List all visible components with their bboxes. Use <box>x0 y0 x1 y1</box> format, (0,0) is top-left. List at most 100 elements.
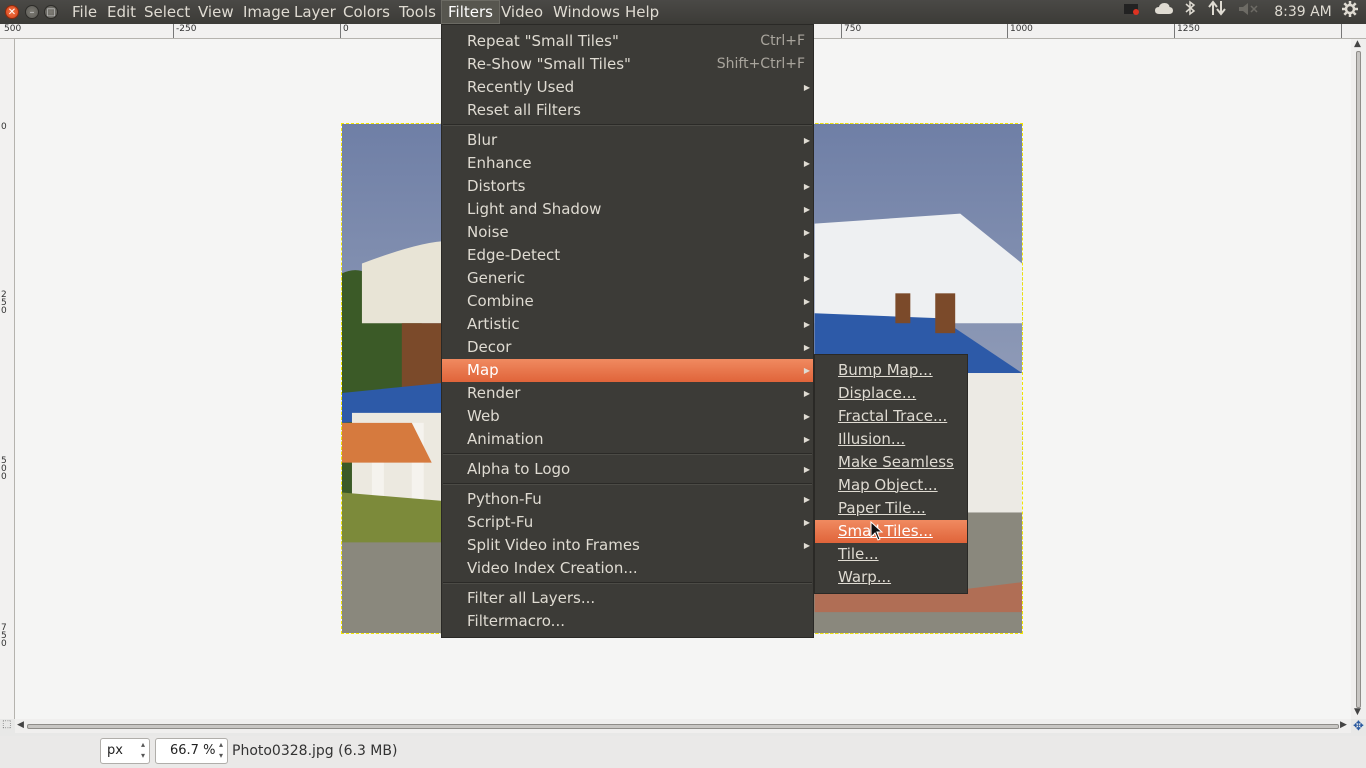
map-menu-item-paper-tile[interactable]: Paper Tile... <box>815 497 967 520</box>
filters-menu: Repeat "Small Tiles" Ctrl+F Re-Show "Small… <box>441 24 814 638</box>
menu-item-label: Fractal Trace... <box>838 407 948 425</box>
submenu-arrow-icon: ▶ <box>803 159 810 168</box>
volume-muted-icon[interactable] <box>1237 0 1259 24</box>
menu-view[interactable]: View <box>192 0 240 24</box>
recorder-icon[interactable] <box>1122 0 1142 24</box>
menu-file[interactable]: File <box>66 0 103 24</box>
map-menu-item-displace[interactable]: Displace... <box>815 382 967 405</box>
menu-item-label: Tile... <box>838 545 879 563</box>
filters-menu-item-python-fu[interactable]: Python-Fu ▶ <box>442 488 813 511</box>
top-panel: ✕ – □ File Edit Select View Image Layer … <box>0 0 1366 24</box>
filters-menu-item-edge-detect[interactable]: Edge-Detect ▶ <box>442 244 813 267</box>
menu-item-label: Filter all Layers... <box>467 589 596 607</box>
zoom-spin-arrows-icon[interactable]: ▴ ▾ <box>219 739 223 761</box>
vertical-scrollbar[interactable]: ▲ ▼ <box>1351 39 1366 719</box>
filters-menu-item-light-and-shadow[interactable]: Light and Shadow ▶ <box>442 198 813 221</box>
navigate-icon[interactable]: ✥ <box>1351 719 1366 734</box>
map-menu-item-warp[interactable]: Warp... <box>815 566 967 589</box>
menu-video[interactable]: Video <box>495 0 549 24</box>
settings-gear-icon[interactable] <box>1339 0 1361 24</box>
scroll-right-arrow-icon[interactable]: ▶ <box>1340 720 1347 730</box>
filters-menu-item-script-fu[interactable]: Script-Fu ▶ <box>442 511 813 534</box>
close-window-button[interactable]: ✕ <box>5 5 19 19</box>
menu-select[interactable]: Select <box>138 0 196 24</box>
filters-menu-item-artistic[interactable]: Artistic ▶ <box>442 313 813 336</box>
ruler-label: 1250 <box>1177 24 1200 34</box>
menu-filters[interactable]: Filters <box>441 0 500 24</box>
quick-mask-icon[interactable]: ⬚ <box>2 719 14 733</box>
filters-menu-item-render[interactable]: Render ▶ <box>442 382 813 405</box>
menu-edit[interactable]: Edit <box>101 0 142 24</box>
map-menu-item-bump-map[interactable]: Bump Map... <box>815 359 967 382</box>
filters-menu-item-distorts[interactable]: Distorts ▶ <box>442 175 813 198</box>
ruler-label: 250 <box>1 290 7 316</box>
filters-menu-item-filter-all-layers[interactable]: Filter all Layers... <box>442 587 813 610</box>
filters-menu-item-blur[interactable]: Blur ▶ <box>442 129 813 152</box>
submenu-arrow-icon: ▶ <box>803 435 810 444</box>
filters-menu-item-combine[interactable]: Combine ▶ <box>442 290 813 313</box>
submenu-arrow-icon: ▶ <box>803 274 810 283</box>
menu-colors[interactable]: Colors <box>337 0 396 24</box>
zoom-selector[interactable]: 66.7 % ▴ ▾ <box>155 738 228 764</box>
unit-spin-arrows-icon[interactable]: ▴ ▾ <box>141 739 145 761</box>
menu-separator <box>443 483 812 485</box>
menu-item-label: Repeat "Small Tiles" <box>467 32 619 50</box>
menu-item-label: Generic <box>467 269 526 287</box>
filters-menu-item-noise[interactable]: Noise ▶ <box>442 221 813 244</box>
map-menu-item-map-object[interactable]: Map Object... <box>815 474 967 497</box>
scroll-up-arrow-icon[interactable]: ▲ <box>1354 39 1361 49</box>
horizontal-scrollbar[interactable]: ◀ ▶ <box>15 719 1351 733</box>
filters-menu-item-decor[interactable]: Decor ▶ <box>442 336 813 359</box>
menu-item-shortcut: Shift+Ctrl+F <box>716 56 805 72</box>
maximize-window-button[interactable]: □ <box>44 5 58 19</box>
status-bar: px ▴ ▾ 66.7 % ▴ ▾ Photo0328.jpg (6.3 MB) <box>0 736 1366 768</box>
map-submenu: Bump Map... Displace... Fractal Trace... Il… <box>814 354 968 594</box>
filters-menu-item-web[interactable]: Web ▶ <box>442 405 813 428</box>
zoom-value: 66.7 % <box>170 743 216 758</box>
menu-item-label: Paper Tile... <box>838 499 926 517</box>
clock[interactable]: 8:39 AM <box>1272 0 1334 24</box>
submenu-arrow-icon: ▶ <box>803 412 810 421</box>
filters-menu-item-reset-all-filters[interactable]: Reset all Filters <box>442 99 813 122</box>
bluetooth-icon[interactable] <box>1182 0 1198 24</box>
map-menu-item-small-tiles[interactable]: Small Tiles... <box>815 520 967 543</box>
filters-menu-item-alpha-to-logo[interactable]: Alpha to Logo ▶ <box>442 458 813 481</box>
scroll-left-arrow-icon[interactable]: ◀ <box>17 720 24 730</box>
network-icon[interactable] <box>1206 0 1228 24</box>
menu-item-label: Distorts <box>467 177 526 195</box>
filters-menu-item-video-index-creation[interactable]: Video Index Creation... <box>442 557 813 580</box>
menu-layer[interactable]: Layer <box>288 0 342 24</box>
map-menu-item-fractal-trace[interactable]: Fractal Trace... <box>815 405 967 428</box>
filters-menu-item-generic[interactable]: Generic ▶ <box>442 267 813 290</box>
map-menu-item-illusion[interactable]: Illusion... <box>815 428 967 451</box>
horizontal-scroll-thumb[interactable] <box>27 724 1339 729</box>
map-menu-item-tile[interactable]: Tile... <box>815 543 967 566</box>
menu-item-label: Map Object... <box>838 476 938 494</box>
filters-menu-item-repeat-small-tiles[interactable]: Repeat "Small Tiles" Ctrl+F <box>442 30 813 53</box>
menu-item-label: Reset all Filters <box>467 101 581 119</box>
unit-selector[interactable]: px ▴ ▾ <box>100 738 150 764</box>
menu-tools[interactable]: Tools <box>393 0 442 24</box>
filters-menu-item-animation[interactable]: Animation ▶ <box>442 428 813 451</box>
menu-item-label: Illusion... <box>838 430 906 448</box>
cloud-icon[interactable] <box>1153 0 1175 24</box>
ruler-label: 500 <box>1 456 7 482</box>
filters-menu-item-split-video-into-frames[interactable]: Split Video into Frames ▶ <box>442 534 813 557</box>
menu-help[interactable]: Help <box>619 0 665 24</box>
menu-item-label: Displace... <box>838 384 917 402</box>
scroll-down-arrow-icon[interactable]: ▼ <box>1354 707 1361 717</box>
submenu-arrow-icon: ▶ <box>803 136 810 145</box>
filters-menu-item-re-show-small-tiles[interactable]: Re-Show "Small Tiles" Shift+Ctrl+F <box>442 53 813 76</box>
vertical-scroll-thumb[interactable] <box>1356 51 1361 708</box>
filters-menu-item-recently-used[interactable]: Recently Used ▶ <box>442 76 813 99</box>
submenu-arrow-icon: ▶ <box>803 366 810 375</box>
filters-menu-item-filtermacro[interactable]: Filtermacro... <box>442 610 813 633</box>
menu-item-label: Recently Used <box>467 78 575 96</box>
minimize-window-button[interactable]: – <box>25 5 39 19</box>
filters-menu-item-map[interactable]: Map ▶ <box>442 359 813 382</box>
vertical-ruler[interactable]: 0 250 500 750 <box>0 39 15 719</box>
menu-item-label: Make Seamless <box>838 453 954 471</box>
menu-windows[interactable]: Windows <box>547 0 626 24</box>
filters-menu-item-enhance[interactable]: Enhance ▶ <box>442 152 813 175</box>
map-menu-item-make-seamless[interactable]: Make Seamless <box>815 451 967 474</box>
